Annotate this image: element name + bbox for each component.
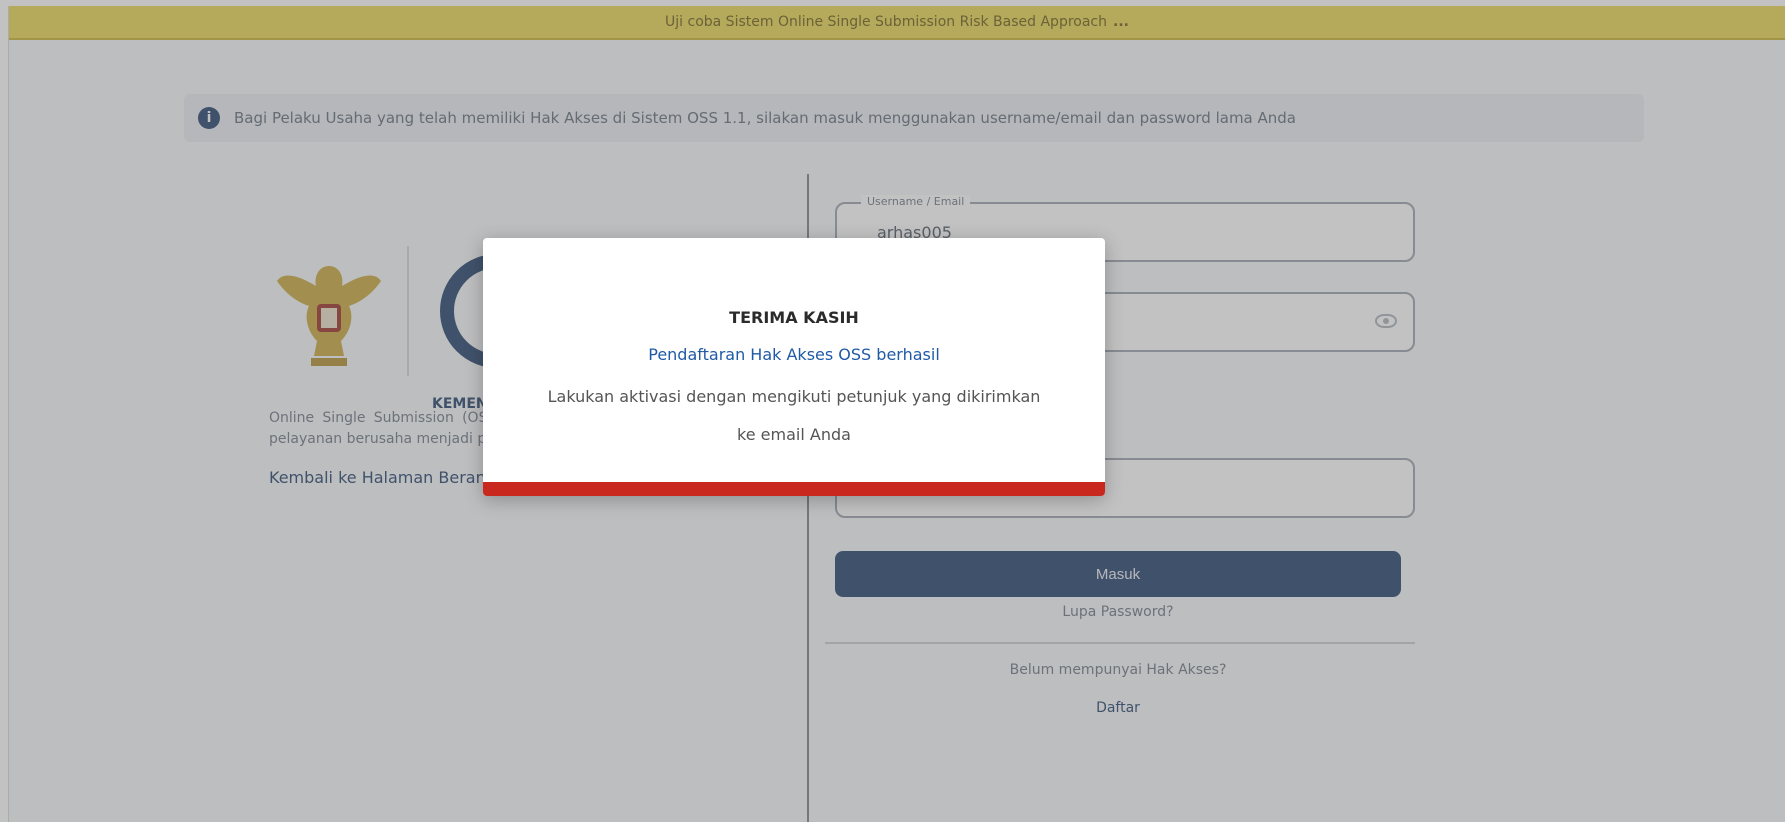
modal-accent-bar: [483, 482, 1105, 496]
modal-subtitle: Pendaftaran Hak Akses OSS berhasil: [648, 345, 940, 364]
modal-title: TERIMA KASIH: [729, 308, 859, 327]
success-modal: TERIMA KASIH Pendaftaran Hak Akses OSS b…: [483, 238, 1105, 496]
modal-body: Lakukan aktivasi dengan mengikuti petunj…: [547, 387, 1041, 444]
